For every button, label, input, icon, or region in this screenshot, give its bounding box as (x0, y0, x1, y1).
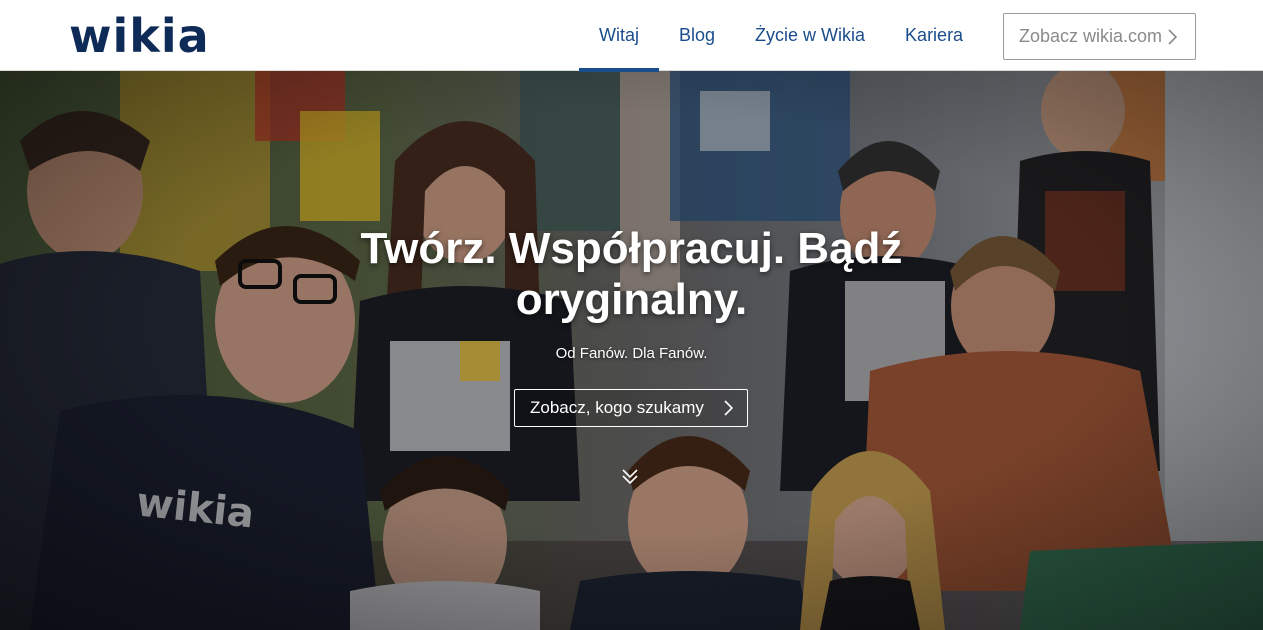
hero-section: wikia Twórz. Współpracuj. Bądź oryginaln… (0, 71, 1263, 630)
hero-title-line-1: Twórz. Współpracuj. Bądź (360, 224, 903, 273)
main-nav: Witaj Blog Życie w Wikia Kariera (579, 0, 983, 72)
hero-title-line-2: oryginalny. (515, 275, 748, 324)
see-who-we-hire-label: Zobacz, kogo szukamy (530, 398, 704, 417)
nav-item-blog[interactable]: Blog (659, 0, 735, 71)
hero-title: Twórz. Współpracuj. Bądź oryginalny. (0, 223, 1263, 325)
see-wikia-com-label: Zobacz wikia.com (1019, 26, 1163, 46)
top-navigation-bar: wikia Witaj Blog Życie w Wikia Kariera Z… (0, 0, 1263, 72)
nav-item-kariera[interactable]: Kariera (885, 0, 983, 71)
wikia-logo[interactable]: wikia (69, 8, 210, 64)
chevron-right-icon (1168, 29, 1178, 45)
nav-item-zycie-w-wikia[interactable]: Życie w Wikia (735, 0, 885, 71)
hero-subtitle: Od Fanów. Dla Fanów. (555, 345, 708, 362)
double-chevron-down-icon[interactable] (620, 467, 640, 487)
see-wikia-com-button[interactable]: Zobacz wikia.com (1003, 13, 1196, 60)
chevron-right-icon (724, 400, 734, 416)
nav-item-witaj[interactable]: Witaj (579, 0, 659, 72)
see-who-we-hire-button[interactable]: Zobacz, kogo szukamy (514, 389, 748, 427)
